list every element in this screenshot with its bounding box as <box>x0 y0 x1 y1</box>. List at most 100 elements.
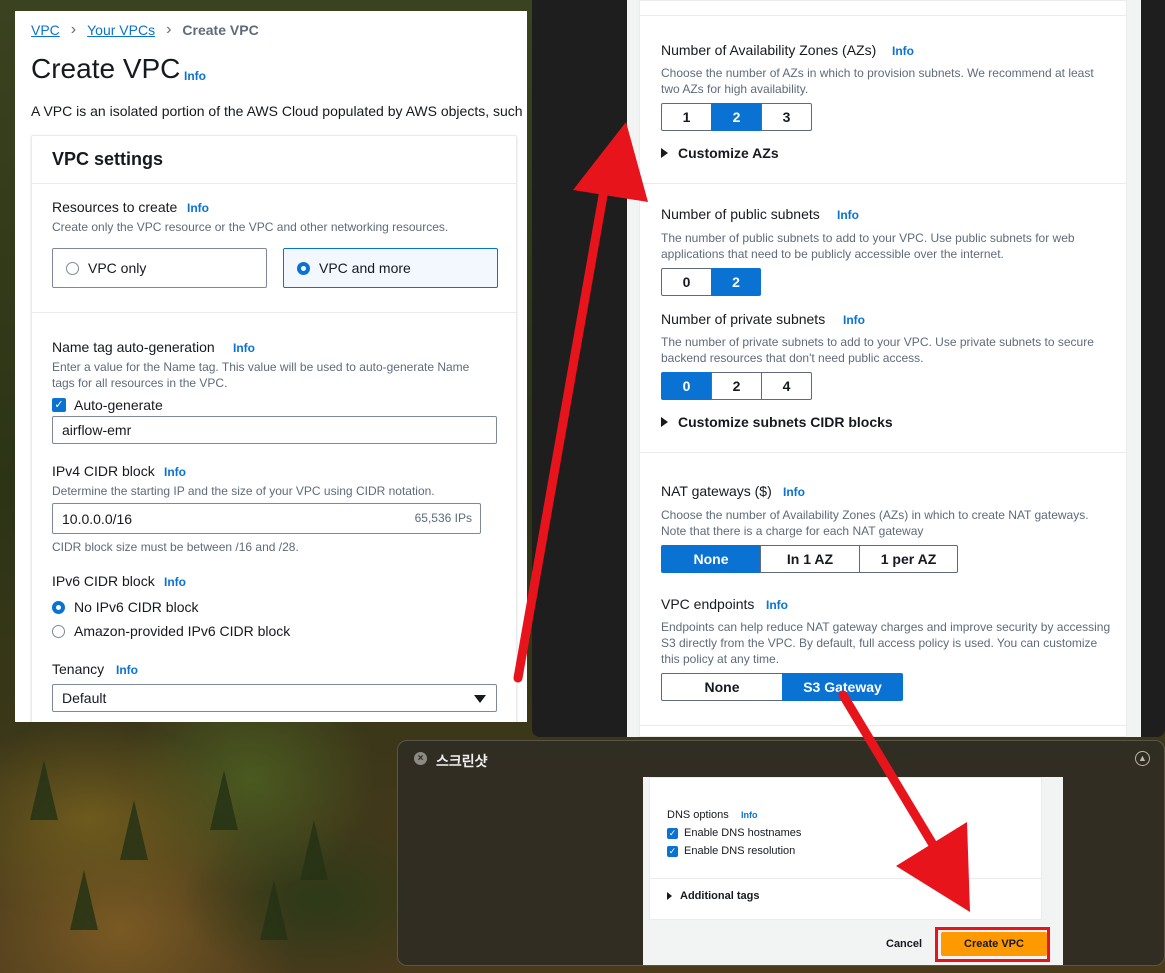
private-subnets-label: Number of private subnets <box>661 311 826 327</box>
ipv4-info-link[interactable]: Info <box>164 465 186 479</box>
dns-hostnames-checkbox[interactable]: ✓ Enable DNS hostnames <box>667 827 801 839</box>
page-title: Create VPC <box>31 53 181 84</box>
amazon-ipv6-option[interactable]: Amazon-provided IPv6 CIDR block <box>52 623 290 639</box>
public-subnets-desc: The number of public subnets to add to y… <box>661 231 1075 261</box>
customize-azs-expander[interactable]: Customize AZs <box>661 145 779 161</box>
public-option-2[interactable]: 2 <box>711 268 761 296</box>
no-ipv6-option[interactable]: No IPv6 CIDR block <box>52 599 198 615</box>
window-title: 스크린샷 <box>436 753 488 769</box>
endpoint-option-none[interactable]: None <box>661 673 783 701</box>
additional-tags-expander[interactable]: Additional tags <box>667 890 759 902</box>
tree-decoration <box>300 820 328 880</box>
nat-option-per-az[interactable]: 1 per AZ <box>859 545 958 573</box>
vpc-and-more-option[interactable]: VPC and more <box>283 248 498 288</box>
dns-info-link[interactable]: Info <box>741 810 758 820</box>
dns-options-label: DNS options <box>667 809 729 821</box>
az-info-link[interactable]: Info <box>892 44 914 58</box>
tenancy-value: Default <box>62 690 107 706</box>
vpc-endpoints-info-link[interactable]: Info <box>766 598 788 612</box>
page-background: Number of Availability Zones (AZs) Info … <box>627 0 1141 737</box>
annotation-highlight-box <box>935 927 1050 962</box>
az-option-2[interactable]: 2 <box>711 103 762 131</box>
screenshot-window: × 스크린샷 ▲ DNS options Info ✓ Enable DNS h… <box>397 740 1165 966</box>
tenancy-label: Tenancy <box>52 661 105 677</box>
az-label: Number of Availability Zones (AZs) <box>661 42 877 58</box>
nat-option-1-az[interactable]: In 1 AZ <box>760 545 860 573</box>
card-title: VPC settings <box>32 136 516 184</box>
screenshot-page: DNS options Info ✓ Enable DNS hostnames … <box>643 777 1063 965</box>
radio-selected-icon <box>297 261 310 275</box>
tree-decoration <box>210 770 238 830</box>
ipv4-hint: CIDR block size must be between /16 and … <box>52 540 299 554</box>
breadcrumb-current: Create VPC <box>182 22 259 38</box>
cancel-button[interactable]: Cancel <box>886 938 922 950</box>
nat-gateways-selector: None In 1 AZ 1 per AZ <box>661 545 958 573</box>
customize-azs-label: Customize AZs <box>678 145 779 161</box>
radio-icon <box>52 624 65 638</box>
vpc-and-more-label: VPC and more <box>319 260 411 276</box>
checkbox-checked-icon: ✓ <box>667 827 678 839</box>
ipv4-label: IPv4 CIDR block <box>52 463 155 479</box>
section-divider <box>640 183 1126 184</box>
public-option-0[interactable]: 0 <box>661 268 712 296</box>
dns-resolution-checkbox[interactable]: ✓ Enable DNS resolution <box>667 845 795 857</box>
ipv4-cidr-value: 10.0.0.0/16 <box>62 511 133 527</box>
az-option-3[interactable]: 3 <box>761 103 812 131</box>
section-divider <box>640 452 1126 453</box>
az-option-1[interactable]: 1 <box>661 103 712 131</box>
radio-selected-icon <box>52 600 65 614</box>
tenancy-select[interactable]: Default <box>52 684 497 712</box>
ip-count: 65,536 IPs <box>414 511 472 525</box>
caret-right-icon <box>661 417 668 427</box>
section-divider <box>650 878 1041 879</box>
title-info-link[interactable]: Info <box>184 69 206 83</box>
dns-resolution-label: Enable DNS resolution <box>684 845 796 857</box>
additional-tags-label: Additional tags <box>680 890 760 902</box>
vpc-only-option[interactable]: VPC only <box>52 248 267 288</box>
dns-options-card: DNS options Info ✓ Enable DNS hostnames … <box>649 777 1042 920</box>
nat-gateways-label: NAT gateways ($) <box>661 483 772 499</box>
close-icon[interactable]: × <box>414 752 427 765</box>
customize-cidr-label: Customize subnets CIDR blocks <box>678 414 893 430</box>
ipv6-label: IPv6 CIDR block <box>52 573 155 589</box>
tree-decoration <box>30 760 58 820</box>
endpoint-option-s3[interactable]: S3 Gateway <box>782 673 903 701</box>
resources-info-link[interactable]: Info <box>187 201 209 215</box>
upload-icon[interactable]: ▲ <box>1135 751 1150 766</box>
private-option-0[interactable]: 0 <box>661 372 712 400</box>
breadcrumb-your-vpcs[interactable]: Your VPCs <box>87 22 155 38</box>
chevron-right-icon: › <box>166 21 172 38</box>
radio-icon <box>66 261 79 275</box>
ipv6-info-link[interactable]: Info <box>164 575 186 589</box>
checkbox-checked-icon: ✓ <box>52 398 66 412</box>
vpc-settings-panel: Number of Availability Zones (AZs) Info … <box>639 0 1127 737</box>
public-subnets-info-link[interactable]: Info <box>837 208 859 222</box>
public-subnets-selector: 0 2 <box>661 268 761 296</box>
ipv4-cidr-input[interactable]: 10.0.0.0/16 65,536 IPs <box>52 503 481 534</box>
name-tag-label: Name tag auto-generation <box>52 339 215 355</box>
chevron-right-icon: › <box>70 21 77 38</box>
vpc-endpoints-label: VPC endpoints <box>661 596 755 612</box>
amazon-ipv6-label: Amazon-provided IPv6 CIDR block <box>74 623 291 639</box>
breadcrumb-vpc[interactable]: VPC <box>31 22 60 38</box>
dns-hostnames-label: Enable DNS hostnames <box>684 827 802 839</box>
az-count-selector: 1 2 3 <box>661 103 812 131</box>
nat-option-none[interactable]: None <box>661 545 761 573</box>
name-tag-info-link[interactable]: Info <box>233 341 255 355</box>
vpc-endpoints-desc: Endpoints can help reduce NAT gateway ch… <box>661 620 1111 666</box>
private-option-4[interactable]: 4 <box>761 372 812 400</box>
private-subnets-info-link[interactable]: Info <box>843 313 865 327</box>
section-divider <box>640 15 1126 16</box>
tree-decoration <box>120 800 148 860</box>
name-tag-input[interactable]: airflow-emr <box>52 416 497 444</box>
customize-cidr-expander[interactable]: Customize subnets CIDR blocks <box>661 414 893 430</box>
auto-generate-label: Auto-generate <box>74 397 163 413</box>
private-subnets-desc: The number of private subnets to add to … <box>661 335 1094 365</box>
auto-generate-checkbox[interactable]: ✓ Auto-generate <box>52 397 163 413</box>
tenancy-info-link[interactable]: Info <box>116 663 138 677</box>
nat-gateways-info-link[interactable]: Info <box>783 485 805 499</box>
nat-gateways-desc: Choose the number of Availability Zones … <box>661 508 1089 538</box>
private-option-2[interactable]: 2 <box>711 372 762 400</box>
vpc-settings-window: VPC › Your VPCs › Create VPC Create VPC … <box>15 11 527 722</box>
resources-label: Resources to create <box>52 199 178 215</box>
